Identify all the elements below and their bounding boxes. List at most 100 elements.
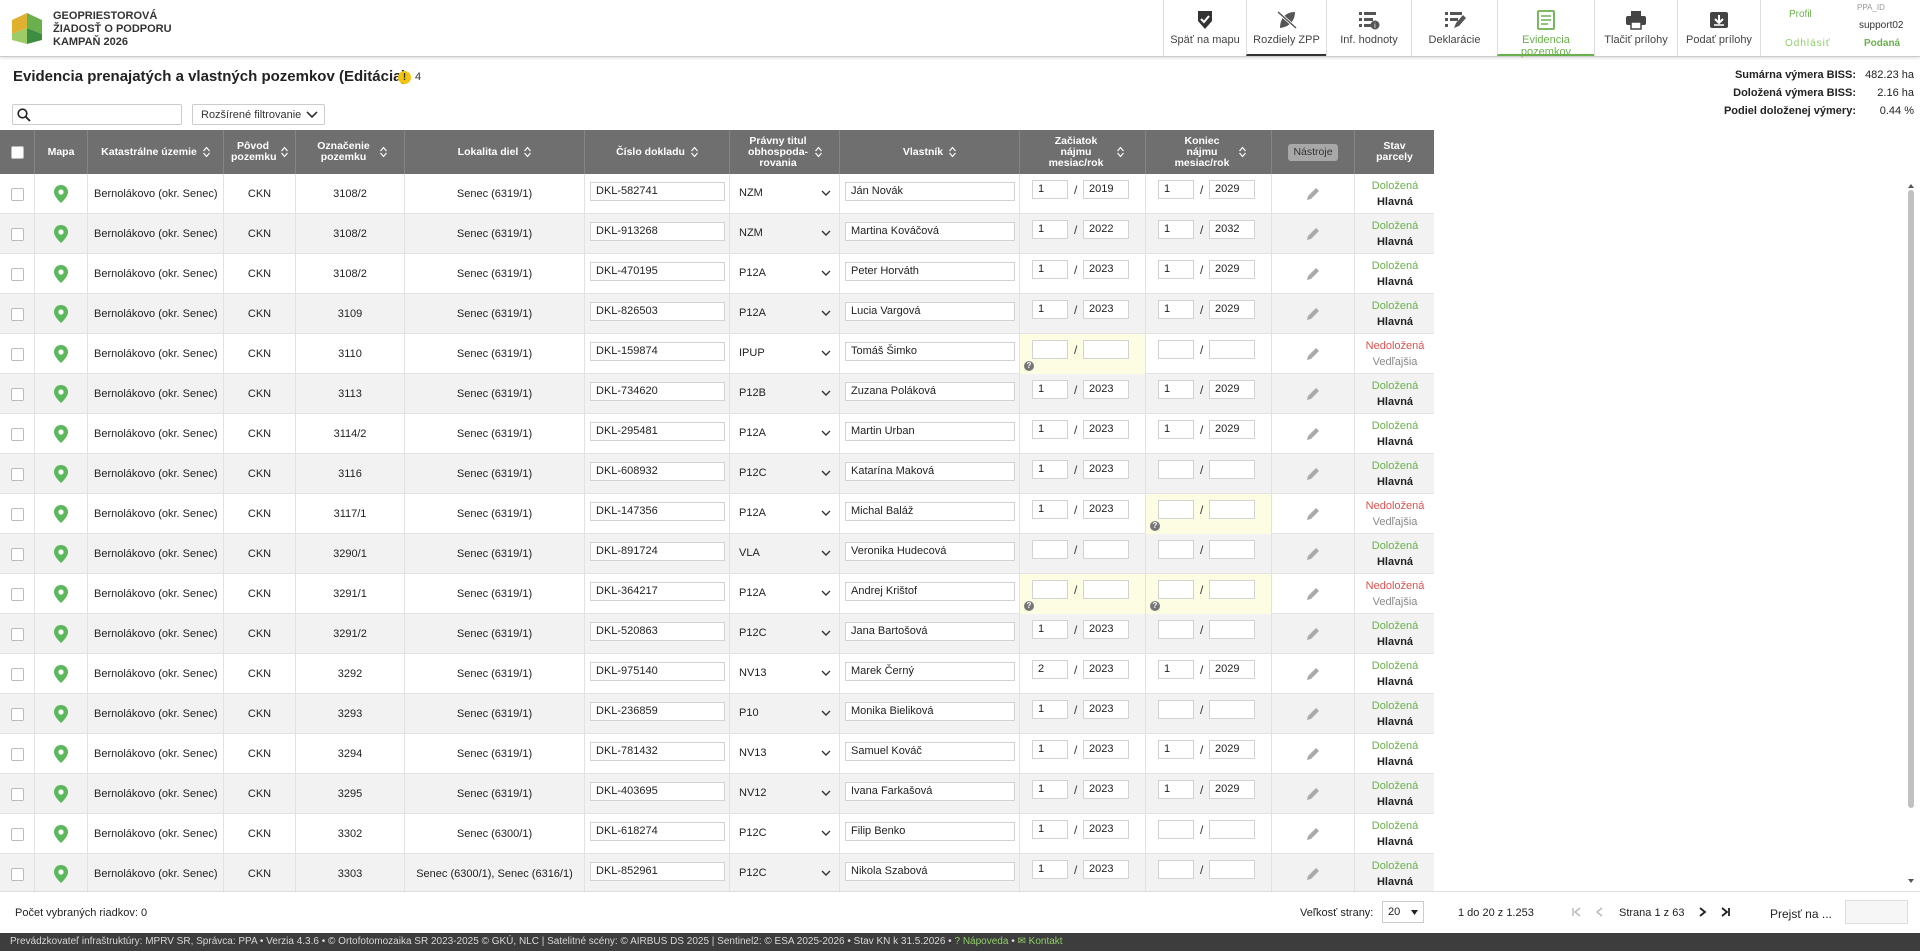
row-checkbox[interactable] bbox=[10, 787, 24, 801]
table-row[interactable]: Bernolákovo (okr. Senec) CKN 3295 Senec (63… bbox=[0, 774, 1434, 814]
edit-pencil-icon[interactable] bbox=[1306, 507, 1320, 521]
lease-start-year-input[interactable]: 2023 bbox=[1083, 500, 1129, 519]
document-number-input[interactable]: DKL-608932 bbox=[590, 462, 725, 481]
nav-print-attachments-button[interactable]: Tlačiť prílohy bbox=[1594, 0, 1677, 56]
lease-start-month-input[interactable]: 1 bbox=[1032, 420, 1068, 439]
legal-title-select[interactable]: P12A bbox=[735, 424, 833, 443]
lease-end-year-input[interactable] bbox=[1209, 820, 1255, 839]
owner-input[interactable]: Samuel Kováč bbox=[845, 742, 1015, 761]
owner-input[interactable]: Martin Urban bbox=[845, 422, 1015, 441]
goto-page-input[interactable] bbox=[1845, 900, 1908, 924]
document-number-input[interactable]: DKL-852961 bbox=[590, 862, 725, 881]
table-row[interactable]: Bernolákovo (okr. Senec) CKN 3293 Senec (63… bbox=[0, 694, 1434, 734]
lease-start-year-input[interactable]: 2023 bbox=[1083, 620, 1129, 639]
lease-end-month-input[interactable]: 1 bbox=[1158, 740, 1194, 759]
lease-end-year-input[interactable] bbox=[1209, 500, 1255, 519]
map-pin-icon[interactable] bbox=[54, 505, 68, 523]
legal-title-select[interactable]: NV13 bbox=[735, 744, 833, 763]
lease-start-year-input[interactable]: 2023 bbox=[1083, 780, 1129, 799]
sort-icon[interactable] bbox=[815, 146, 822, 158]
owner-input[interactable]: Michal Baláž bbox=[845, 502, 1015, 521]
table-row[interactable]: Bernolákovo (okr. Senec) CKN 3302 Senec (63… bbox=[0, 814, 1434, 854]
table-row[interactable]: Bernolákovo (okr. Senec) CKN 3108/2 Senec (… bbox=[0, 214, 1434, 254]
map-pin-icon[interactable] bbox=[54, 185, 68, 203]
lease-start-month-input[interactable]: 1 bbox=[1032, 700, 1068, 719]
lease-end-month-input[interactable]: 1 bbox=[1158, 220, 1194, 239]
owner-input[interactable]: Nikola Szabová bbox=[845, 862, 1015, 881]
lease-end-month-input[interactable] bbox=[1158, 620, 1194, 639]
legal-title-select[interactable]: P12C bbox=[735, 824, 833, 843]
row-checkbox[interactable] bbox=[10, 667, 24, 681]
warning-icon[interactable]: ! bbox=[398, 71, 411, 84]
lease-start-year-input[interactable]: 2023 bbox=[1083, 380, 1129, 399]
lease-end-month-input[interactable]: 1 bbox=[1158, 660, 1194, 679]
map-pin-icon[interactable] bbox=[54, 305, 68, 323]
lease-start-year-input[interactable]: 2023 bbox=[1083, 860, 1129, 879]
table-row[interactable]: Bernolákovo (okr. Senec) CKN 3290/1 Senec (… bbox=[0, 534, 1434, 574]
help-icon[interactable]: ? bbox=[1150, 601, 1160, 611]
owner-input[interactable]: Andrej Krištof bbox=[845, 582, 1015, 601]
row-checkbox[interactable] bbox=[10, 227, 24, 241]
lease-start-month-input[interactable] bbox=[1032, 540, 1068, 559]
document-number-input[interactable]: DKL-147356 bbox=[590, 502, 725, 521]
map-pin-icon[interactable] bbox=[54, 865, 68, 883]
map-pin-icon[interactable] bbox=[54, 425, 68, 443]
lease-start-month-input[interactable]: 1 bbox=[1032, 740, 1068, 759]
table-row[interactable]: Bernolákovo (okr. Senec) CKN 3291/1 Senec (… bbox=[0, 574, 1434, 614]
row-checkbox[interactable] bbox=[10, 707, 24, 721]
document-number-input[interactable]: DKL-364217 bbox=[590, 582, 725, 601]
table-row[interactable]: Bernolákovo (okr. Senec) CKN 3113 Senec (63… bbox=[0, 374, 1434, 414]
document-number-input[interactable]: DKL-975140 bbox=[590, 662, 725, 681]
lease-start-month-input[interactable]: 1 bbox=[1032, 220, 1068, 239]
map-pin-icon[interactable] bbox=[54, 785, 68, 803]
row-checkbox[interactable] bbox=[10, 347, 24, 361]
header-cislo-dokladu[interactable]: Číslo dokladu bbox=[585, 130, 730, 174]
page-size-select[interactable]: 20 bbox=[1382, 901, 1424, 923]
lease-start-month-input[interactable]: 1 bbox=[1032, 380, 1068, 399]
legal-title-select[interactable]: NV12 bbox=[735, 784, 833, 803]
profile-link[interactable]: Profil bbox=[1789, 9, 1812, 20]
map-pin-icon[interactable] bbox=[54, 465, 68, 483]
sort-icon[interactable] bbox=[202, 146, 210, 158]
lease-end-month-input[interactable]: 1 bbox=[1158, 780, 1194, 799]
owner-input[interactable]: Zuzana Poláková bbox=[845, 382, 1015, 401]
owner-input[interactable]: Veronika Hudecová bbox=[845, 542, 1015, 561]
table-row[interactable]: Bernolákovo (okr. Senec) CKN 3109 Senec (63… bbox=[0, 294, 1434, 334]
nav-back-to-map-button[interactable]: Späť na mapu bbox=[1163, 0, 1246, 56]
lease-end-month-input[interactable]: 1 bbox=[1158, 260, 1194, 279]
edit-pencil-icon[interactable] bbox=[1306, 627, 1320, 641]
lease-end-year-input[interactable]: 2032 bbox=[1209, 220, 1255, 239]
document-number-input[interactable]: DKL-781432 bbox=[590, 742, 725, 761]
lease-start-month-input[interactable]: 1 bbox=[1032, 300, 1068, 319]
map-pin-icon[interactable] bbox=[54, 225, 68, 243]
map-pin-icon[interactable] bbox=[54, 585, 68, 603]
lease-start-month-input[interactable]: 1 bbox=[1032, 460, 1068, 479]
row-checkbox[interactable] bbox=[10, 387, 24, 401]
document-number-input[interactable]: DKL-891724 bbox=[590, 542, 725, 561]
edit-pencil-icon[interactable] bbox=[1306, 227, 1320, 241]
edit-pencil-icon[interactable] bbox=[1306, 467, 1320, 481]
tools-button[interactable]: Nástroje bbox=[1288, 143, 1338, 161]
select-all-checkbox[interactable] bbox=[10, 145, 24, 159]
legal-title-select[interactable]: P10 bbox=[735, 704, 833, 723]
row-checkbox[interactable] bbox=[10, 827, 24, 841]
lease-end-month-input[interactable]: 1 bbox=[1158, 300, 1194, 319]
table-row[interactable]: Bernolákovo (okr. Senec) CKN 3114/2 Senec (… bbox=[0, 414, 1434, 454]
legal-title-select[interactable]: VLA bbox=[735, 544, 833, 563]
legal-title-select[interactable]: NV13 bbox=[735, 664, 833, 683]
lease-end-year-input[interactable] bbox=[1209, 580, 1255, 599]
owner-input[interactable]: Martina Kováčová bbox=[845, 222, 1015, 241]
header-oznacenie-pozemku[interactable]: Označenie pozemku bbox=[296, 130, 405, 174]
edit-pencil-icon[interactable] bbox=[1306, 547, 1320, 561]
owner-input[interactable]: Ivana Farkašová bbox=[845, 782, 1015, 801]
row-checkbox[interactable] bbox=[10, 747, 24, 761]
scrollbar-thumb[interactable] bbox=[1908, 190, 1914, 808]
lease-end-year-input[interactable]: 2029 bbox=[1209, 660, 1255, 679]
lease-end-month-input[interactable] bbox=[1158, 460, 1194, 479]
scroll-down-icon[interactable] bbox=[1907, 877, 1915, 885]
map-pin-icon[interactable] bbox=[54, 345, 68, 363]
header-zaciatok-najmu[interactable]: Začiatok nájmu mesiac/rok bbox=[1020, 130, 1146, 174]
lease-end-month-input[interactable]: 1 bbox=[1158, 380, 1194, 399]
owner-input[interactable]: Marek Černý bbox=[845, 662, 1015, 681]
edit-pencil-icon[interactable] bbox=[1306, 307, 1320, 321]
